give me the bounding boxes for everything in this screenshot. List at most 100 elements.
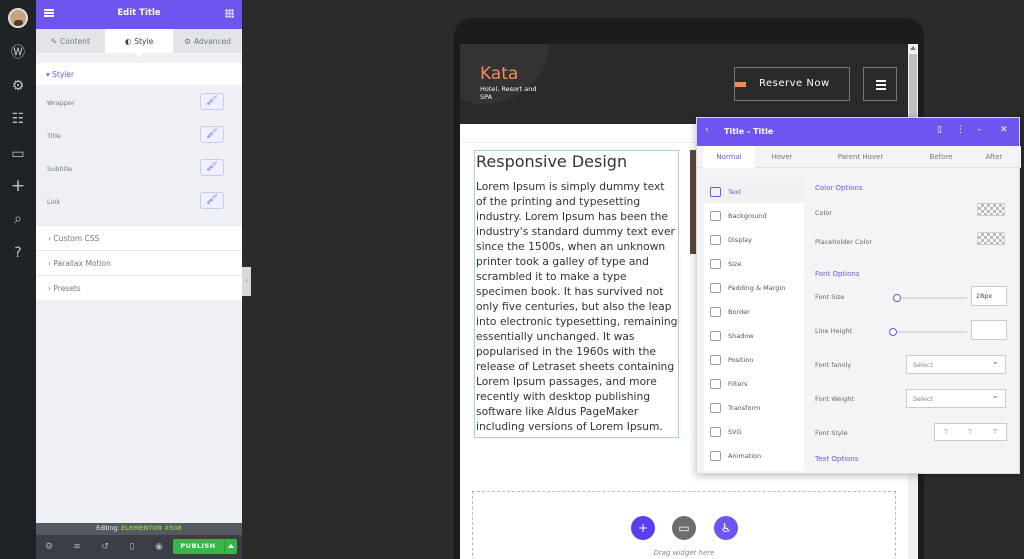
scroll-up-arrow-icon[interactable] (910, 46, 916, 50)
line-height-slider-knob[interactable] (889, 328, 897, 336)
styler-section-header[interactable]: ▾ Styler (36, 63, 242, 85)
side-item-shadow[interactable]: Shadow (704, 325, 804, 347)
styler-paint-button[interactable]: 🖌 (200, 159, 224, 176)
title-widget[interactable]: Responsive Design Lorem Ipsum is simply … (474, 150, 679, 438)
device-icon[interactable]: ▯ (937, 125, 942, 135)
sliders-icon[interactable]: ☷ (9, 110, 27, 128)
wordpress-icon[interactable]: Ⓦ (9, 44, 27, 62)
side-item-svg[interactable]: SVG (704, 421, 804, 443)
line-height-slider[interactable] (891, 331, 967, 333)
styler-row-wrapper: Wrapper 🖌 (36, 85, 242, 118)
settings-icon[interactable]: ⚙ (42, 540, 56, 554)
font-style-label: Font Style (815, 429, 848, 437)
font-size-input[interactable]: 28px (971, 286, 1007, 306)
color-swatch[interactable] (977, 203, 1005, 216)
padding-icon (710, 283, 721, 293)
styler-paint-button[interactable]: 🖌 (200, 93, 224, 110)
side-item-display[interactable]: Display (704, 229, 804, 251)
font-style-oblique-button[interactable]: T (993, 428, 997, 436)
reserve-now-label: Reserve Now (759, 78, 830, 89)
site-tagline: Hotel, Resort and SPA (480, 85, 537, 101)
font-family-label: Font family (815, 361, 852, 369)
line-height-input[interactable] (971, 320, 1007, 340)
side-item-label: Border (728, 308, 750, 316)
publish-options-chevron-icon[interactable] (224, 539, 237, 554)
styler-row-label: Subtitle (47, 165, 73, 173)
template-folder-icon[interactable]: ▭ (672, 516, 696, 540)
close-icon[interactable]: ✕ (1000, 125, 1008, 135)
side-item-label: Animation (728, 452, 762, 460)
user-avatar[interactable] (8, 8, 28, 28)
styler-paint-button[interactable]: 🖌 (200, 192, 224, 209)
side-item-border[interactable]: Border (704, 301, 804, 323)
state-tab-after[interactable]: After (970, 146, 1018, 168)
font-size-slider[interactable] (895, 297, 967, 299)
section-presets[interactable]: › Presets (36, 275, 242, 300)
more-options-icon[interactable]: ⋮ (956, 125, 965, 135)
svg-icon (710, 427, 721, 437)
side-item-size[interactable]: Size (704, 253, 804, 275)
settings-gear-icon[interactable]: ⚙ (9, 77, 27, 95)
widgets-grid-icon[interactable] (225, 9, 234, 18)
styler-label: Styler (52, 70, 75, 79)
search-icon[interactable]: ⌕ (9, 210, 27, 228)
site-header: Kata Hotel, Resort and SPA Reserve Now (460, 44, 908, 124)
tab-content[interactable]: ✎ Content (36, 29, 105, 53)
title-style-panel: ‹ Title - Title ▯ ⋮ – ✕ Normal Hover Par… (696, 117, 1021, 474)
side-item-transform[interactable]: Transform (704, 397, 804, 419)
half-circle-icon: ◐ (124, 36, 132, 46)
add-icon[interactable]: + (9, 177, 27, 195)
palette-icon: 🖌 (206, 96, 218, 106)
responsive-icon[interactable]: ▯ (125, 540, 139, 554)
styler-row-label: Link (47, 198, 61, 206)
side-item-background[interactable]: Background (704, 205, 804, 227)
side-item-label: Background (728, 212, 767, 220)
site-logo[interactable]: Kata (480, 64, 518, 84)
side-item-padding-margin[interactable]: Padding & Margin (704, 277, 804, 299)
placeholder-color-swatch[interactable] (977, 232, 1005, 245)
back-chevron-icon[interactable]: ‹ (705, 125, 709, 135)
panel-collapse-chevron-icon[interactable]: ‹ (242, 267, 251, 296)
image-icon (710, 211, 721, 221)
editing-prefix: Editing: (96, 525, 120, 532)
styler-paint-button[interactable]: 🖌 (200, 126, 224, 143)
tab-advanced[interactable]: ⚙ Advanced (173, 29, 242, 53)
placeholder-color-label: Placeholder Color (815, 238, 873, 246)
font-style-buttons: T T T (934, 423, 1007, 441)
font-style-italic-button[interactable]: T (968, 428, 972, 436)
state-tab-parent-hover[interactable]: Parent Hover (809, 146, 912, 168)
scroll-thumb[interactable] (909, 54, 917, 124)
reserve-now-button[interactable]: Reserve Now (734, 67, 850, 101)
folder-icon[interactable]: ▭ (9, 145, 27, 163)
help-icon[interactable]: ? (9, 244, 27, 262)
add-section-plus-icon[interactable]: + (631, 516, 655, 540)
history-icon[interactable]: ↺ (98, 540, 112, 554)
minimize-icon[interactable]: – (977, 125, 982, 135)
state-tab-before[interactable]: Before (914, 146, 968, 168)
font-family-select[interactable]: Select (906, 355, 1006, 374)
editing-document-name[interactable]: ELEMENTOR #508 (121, 525, 182, 532)
font-options-title: Font Options (815, 270, 860, 278)
side-item-text[interactable]: Text (704, 181, 804, 203)
site-menu-button[interactable] (863, 67, 897, 101)
side-item-position[interactable]: Position (704, 349, 804, 371)
font-size-slider-knob[interactable] (893, 294, 901, 302)
state-tab-hover[interactable]: Hover (757, 146, 807, 168)
layers-icon[interactable]: ≋ (70, 540, 84, 554)
side-item-filters[interactable]: Filters (704, 373, 804, 395)
tab-style[interactable]: ◐ Style (104, 29, 174, 57)
preview-eye-icon[interactable]: ◉ (152, 540, 166, 554)
font-size-label: Font Size (815, 293, 845, 301)
font-style-normal-button[interactable]: T (944, 428, 948, 436)
section-custom-css[interactable]: › Custom CSS (36, 225, 242, 250)
accessibility-icon[interactable]: ♿ (714, 516, 738, 540)
side-item-animation[interactable]: Animation (704, 445, 804, 467)
font-weight-select[interactable]: Select (906, 389, 1006, 408)
state-tab-normal[interactable]: Normal (703, 146, 755, 168)
side-item-label: SVG (728, 428, 742, 436)
side-item-label: Size (728, 260, 742, 268)
section-parallax-motion[interactable]: › Parallax Motion (36, 250, 242, 275)
text-icon (710, 187, 721, 197)
publish-button[interactable]: PUBLISH (173, 539, 237, 554)
tab-style-label: Style (134, 36, 154, 46)
